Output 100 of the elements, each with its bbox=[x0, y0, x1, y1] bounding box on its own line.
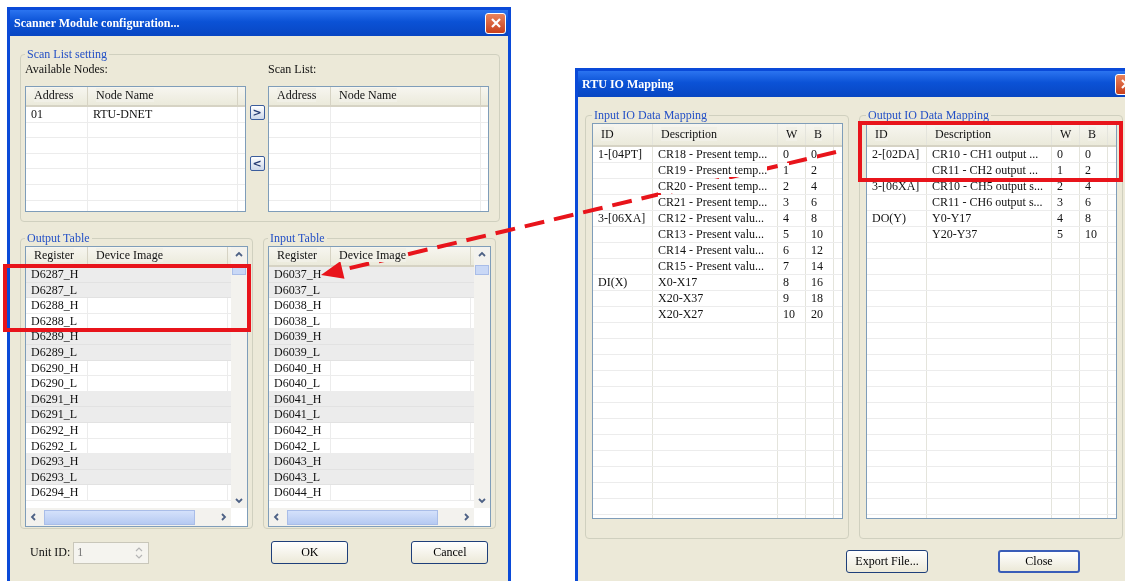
table-cell: 2 bbox=[1057, 179, 1063, 193]
table-cell: 16 bbox=[811, 275, 823, 289]
table-cell: D6290_L bbox=[31, 376, 77, 391]
table-cell: 0 bbox=[1057, 147, 1063, 161]
close-button[interactable] bbox=[485, 12, 506, 34]
table-cell: CR20 - Present temp... bbox=[658, 179, 768, 193]
table-cell: DI(X) bbox=[598, 275, 628, 289]
table-cell: 4 bbox=[811, 179, 817, 193]
table-cell: 1-[04PT] bbox=[598, 147, 642, 161]
group-title: Input IO Data Mapping bbox=[593, 108, 708, 123]
scrollbar-thumb[interactable] bbox=[287, 509, 438, 525]
horizontal-scrollbar[interactable] bbox=[26, 508, 231, 526]
table-cell: 8 bbox=[1085, 211, 1091, 225]
table-cell: 2 bbox=[783, 179, 789, 193]
table-cell: 8 bbox=[783, 275, 789, 289]
vertical-scrollbar[interactable] bbox=[474, 247, 490, 508]
column-header: Device Image bbox=[96, 248, 163, 262]
table-cell: 4 bbox=[1057, 211, 1063, 225]
group-title: Scan List setting bbox=[26, 47, 108, 62]
dialog-button[interactable]: Cancel bbox=[411, 541, 489, 564]
table-cell: 9 bbox=[783, 291, 789, 305]
table-cell: CR12 - Present valu... bbox=[658, 211, 764, 225]
dialog-button[interactable]: Close bbox=[998, 550, 1080, 573]
table-cell: 0 bbox=[811, 147, 817, 161]
table-cell: D6043_H bbox=[274, 454, 322, 469]
table-cell: CR14 - Present valu... bbox=[658, 243, 764, 257]
table-cell: 4 bbox=[783, 211, 789, 225]
table-cell: 4 bbox=[1085, 179, 1091, 193]
table-cell: DO(Y) bbox=[872, 211, 906, 225]
table-cell: 5 bbox=[783, 227, 789, 241]
table-cell: X20-X37 bbox=[658, 291, 704, 305]
table-cell: D6040_L bbox=[274, 376, 320, 391]
table-cell: CR18 - Present temp... bbox=[658, 147, 768, 161]
table-cell: 10 bbox=[783, 307, 795, 321]
horizontal-scrollbar[interactable] bbox=[269, 508, 474, 526]
table-cell: D6293_H bbox=[31, 454, 79, 469]
close-icon bbox=[489, 17, 502, 29]
table-cell: 01 bbox=[31, 107, 43, 121]
table-cell: CR19 - Present temp... bbox=[658, 163, 768, 177]
column-header: Node Name bbox=[96, 88, 154, 102]
column-header: W bbox=[786, 127, 798, 141]
move-right-button[interactable]: > bbox=[249, 105, 265, 120]
column-header: Register bbox=[277, 248, 317, 262]
table-cell: 14 bbox=[811, 259, 823, 273]
table-cell: D6039_H bbox=[274, 329, 322, 344]
scrollbar-thumb[interactable] bbox=[475, 265, 489, 275]
dialog-button[interactable]: OK bbox=[271, 541, 349, 564]
table-cell: 2-[02DA] bbox=[872, 147, 920, 161]
table-cell: 10 bbox=[1085, 227, 1097, 241]
column-header: Register bbox=[34, 248, 74, 262]
table-cell: Y20-Y37 bbox=[932, 227, 978, 241]
table-cell: CR11 - CH2 output ... bbox=[932, 163, 1038, 177]
table-cell: 6 bbox=[783, 243, 789, 257]
table-cell: X0-X17 bbox=[658, 275, 698, 289]
move-left-button[interactable]: < bbox=[249, 156, 265, 171]
table-cell: 6 bbox=[1085, 195, 1091, 209]
column-header: Description bbox=[661, 127, 717, 141]
table-cell: Y0-Y17 bbox=[932, 211, 972, 225]
table-cell: 6 bbox=[811, 195, 817, 209]
scrollbar-thumb[interactable] bbox=[232, 265, 246, 275]
dialog-button[interactable]: Export File... bbox=[846, 550, 928, 573]
column-header: Device Image bbox=[339, 248, 406, 262]
column-header: Address bbox=[277, 88, 317, 102]
vertical-scrollbar[interactable] bbox=[231, 247, 247, 508]
table-cell: D6291_L bbox=[31, 407, 77, 422]
table-cell: 10 bbox=[811, 227, 823, 241]
table-cell: 2 bbox=[811, 163, 817, 177]
table-cell: CR13 - Present valu... bbox=[658, 227, 764, 241]
table-cell: 8 bbox=[811, 211, 817, 225]
scrollbar-thumb[interactable] bbox=[44, 509, 195, 525]
table-cell: 5 bbox=[1057, 227, 1063, 241]
table-cell: 3 bbox=[1057, 195, 1063, 209]
table-cell: 2 bbox=[1085, 163, 1091, 177]
table-cell: D6294_H bbox=[31, 485, 79, 500]
table-cell: RTU-DNET bbox=[93, 107, 153, 121]
column-header: Description bbox=[935, 127, 991, 141]
table-cell: 1 bbox=[1057, 163, 1063, 177]
table-cell: 7 bbox=[783, 259, 789, 273]
column-header: ID bbox=[601, 127, 614, 141]
column-header: B bbox=[814, 127, 822, 141]
field-label: Scan List: bbox=[268, 62, 318, 78]
table-cell: D6038_H bbox=[274, 298, 322, 313]
column-header: Node Name bbox=[339, 88, 397, 102]
table-cell: D6288_H bbox=[31, 298, 79, 313]
table-cell: X20-X27 bbox=[658, 307, 704, 321]
table-cell: 20 bbox=[811, 307, 823, 321]
column-header: B bbox=[1088, 127, 1096, 141]
table-cell: D6037_H bbox=[274, 267, 322, 281]
table-cell: CR11 - CH6 output s... bbox=[932, 195, 1043, 209]
table-cell: 3-[06XA] bbox=[598, 211, 646, 225]
table-cell: 3 bbox=[783, 195, 789, 209]
table-cell: D6041_L bbox=[274, 407, 320, 422]
window-title: RTU IO Mapping bbox=[582, 76, 674, 92]
field-label: Available Nodes: bbox=[25, 62, 109, 78]
column-header: W bbox=[1060, 127, 1072, 141]
group-title: Output Table bbox=[26, 231, 91, 246]
table-cell: CR21 - Present temp... bbox=[658, 195, 768, 209]
column-header: Address bbox=[34, 88, 74, 102]
table-cell: 0 bbox=[1085, 147, 1091, 161]
window-title: Scanner Module configuration... bbox=[14, 15, 180, 31]
